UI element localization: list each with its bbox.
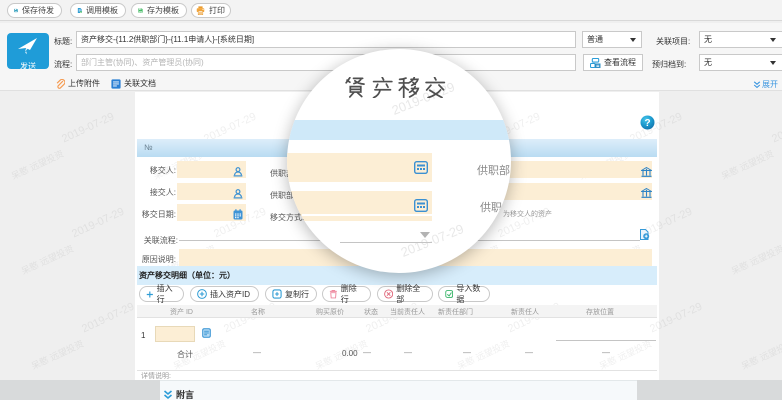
svg-text:?: ? (644, 118, 650, 129)
